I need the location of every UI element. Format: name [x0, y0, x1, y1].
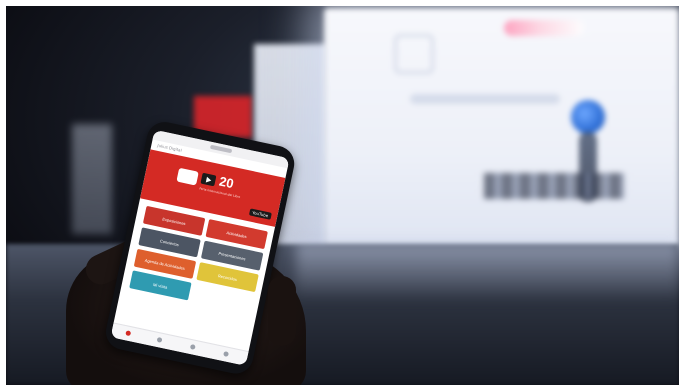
phone-screen: Julius Digital 20 Feria Internacional de…	[110, 129, 290, 366]
profile-icon[interactable]	[189, 343, 196, 350]
photo-frame: Julius Digital 20 Feria Internacional de…	[6, 6, 679, 385]
phone-body: Julius Digital 20 Feria Internacional de…	[102, 118, 298, 377]
banner-number: 20	[217, 173, 236, 192]
hand-logo-icon	[176, 167, 199, 186]
home-icon[interactable]	[125, 330, 132, 337]
url-placeholder	[209, 144, 233, 154]
background-stage-screen	[324, 8, 679, 248]
play-icon	[200, 172, 217, 187]
finger	[268, 276, 296, 346]
stage-text-block	[410, 94, 560, 104]
search-icon[interactable]	[156, 336, 163, 343]
stage-figure-head	[571, 100, 605, 134]
stage-logo	[504, 20, 584, 36]
bottom-nav	[110, 322, 249, 366]
background-pillar	[72, 124, 112, 234]
stage-dark-band	[484, 173, 624, 199]
photo: Julius Digital 20 Feria Internacional de…	[0, 0, 685, 391]
stage-graphic	[394, 34, 434, 74]
floor-reflection	[296, 242, 679, 302]
menu-icon[interactable]	[223, 351, 230, 357]
menu-tiles: Exposiciones Actividades Conciertos Present…	[129, 205, 268, 314]
youtube-badge[interactable]: YouTube	[248, 208, 272, 220]
